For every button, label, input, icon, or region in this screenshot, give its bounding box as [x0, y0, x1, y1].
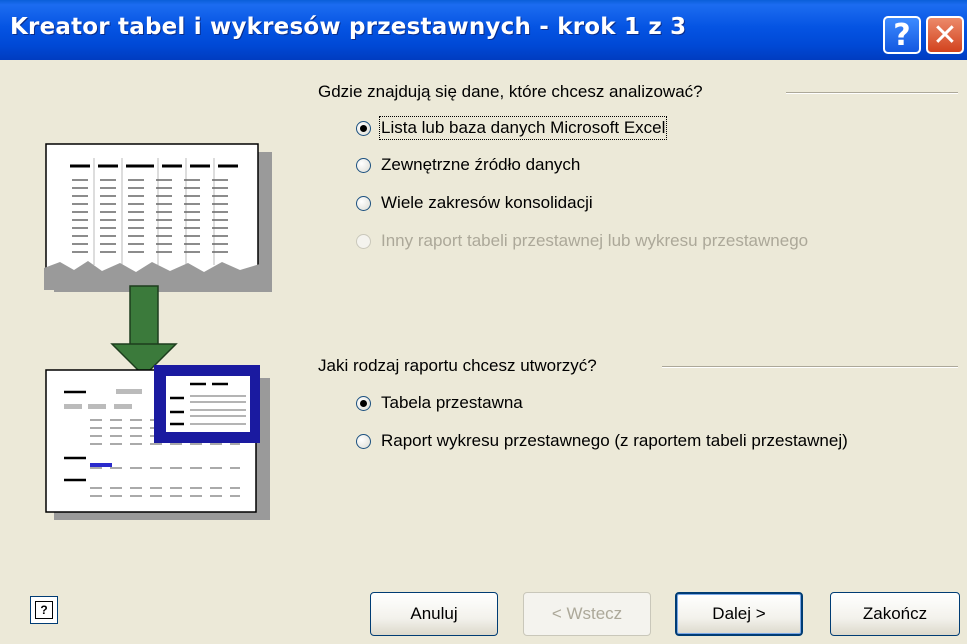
- back-button: < Wstecz: [523, 592, 651, 636]
- radio-label: Inny raport tabeli przestawnej lub wykre…: [381, 231, 809, 250]
- radio-consolidation-ranges[interactable]: Wiele zakresów konsolidacji: [356, 193, 593, 213]
- radio-external-source[interactable]: Zewnętrzne źródło danych: [356, 155, 580, 175]
- wizard-illustration: [44, 143, 272, 520]
- radio-button[interactable]: [356, 120, 371, 136]
- radio-button[interactable]: [356, 433, 371, 449]
- data-source-question: Gdzie znajdują się dane, które chcesz an…: [318, 82, 703, 101]
- report-type-divider: [662, 366, 958, 368]
- source-list-sheet: [44, 143, 260, 290]
- pivot-table-sheet: [45, 365, 260, 513]
- help-button[interactable]: ?: [30, 596, 58, 624]
- radio-label: Tabela przestawna: [381, 393, 523, 412]
- data-source-divider: [786, 92, 958, 94]
- title-bar[interactable]: Kreator tabel i wykresów przestawnych - …: [0, 0, 967, 60]
- window-title: Kreator tabel i wykresów przestawnych - …: [10, 14, 687, 40]
- radio-label: Wiele zakresów konsolidacji: [381, 193, 593, 212]
- radio-label: Raport wykresu przestawnego (z raportem …: [381, 431, 848, 450]
- radio-label: Lista lub baza danych Microsoft Excel: [378, 116, 668, 140]
- radio-other-pivot-report: Inny raport tabeli przestawnej lub wykre…: [356, 231, 808, 251]
- radio-pivot-table[interactable]: Tabela przestawna: [356, 393, 523, 413]
- help-icon: ?: [35, 601, 53, 619]
- close-icon[interactable]: ✕: [926, 16, 964, 54]
- radio-button: [356, 233, 371, 249]
- radio-pivot-chart[interactable]: Raport wykresu przestawnego (z raportem …: [356, 431, 848, 451]
- finish-button[interactable]: Zakończ: [830, 592, 960, 636]
- radio-excel-list[interactable]: Lista lub baza danych Microsoft Excel: [356, 116, 668, 140]
- report-type-question: Jaki rodzaj raportu chcesz utworzyć?: [318, 356, 597, 375]
- radio-button[interactable]: [356, 395, 371, 411]
- radio-button[interactable]: [356, 195, 371, 211]
- next-button[interactable]: Dalej >: [675, 592, 803, 636]
- arrow-down-icon: [110, 285, 178, 378]
- cancel-button[interactable]: Anuluj: [370, 592, 498, 636]
- radio-label: Zewnętrzne źródło danych: [381, 155, 581, 174]
- help-icon[interactable]: ?: [883, 16, 921, 54]
- radio-button[interactable]: [356, 157, 371, 173]
